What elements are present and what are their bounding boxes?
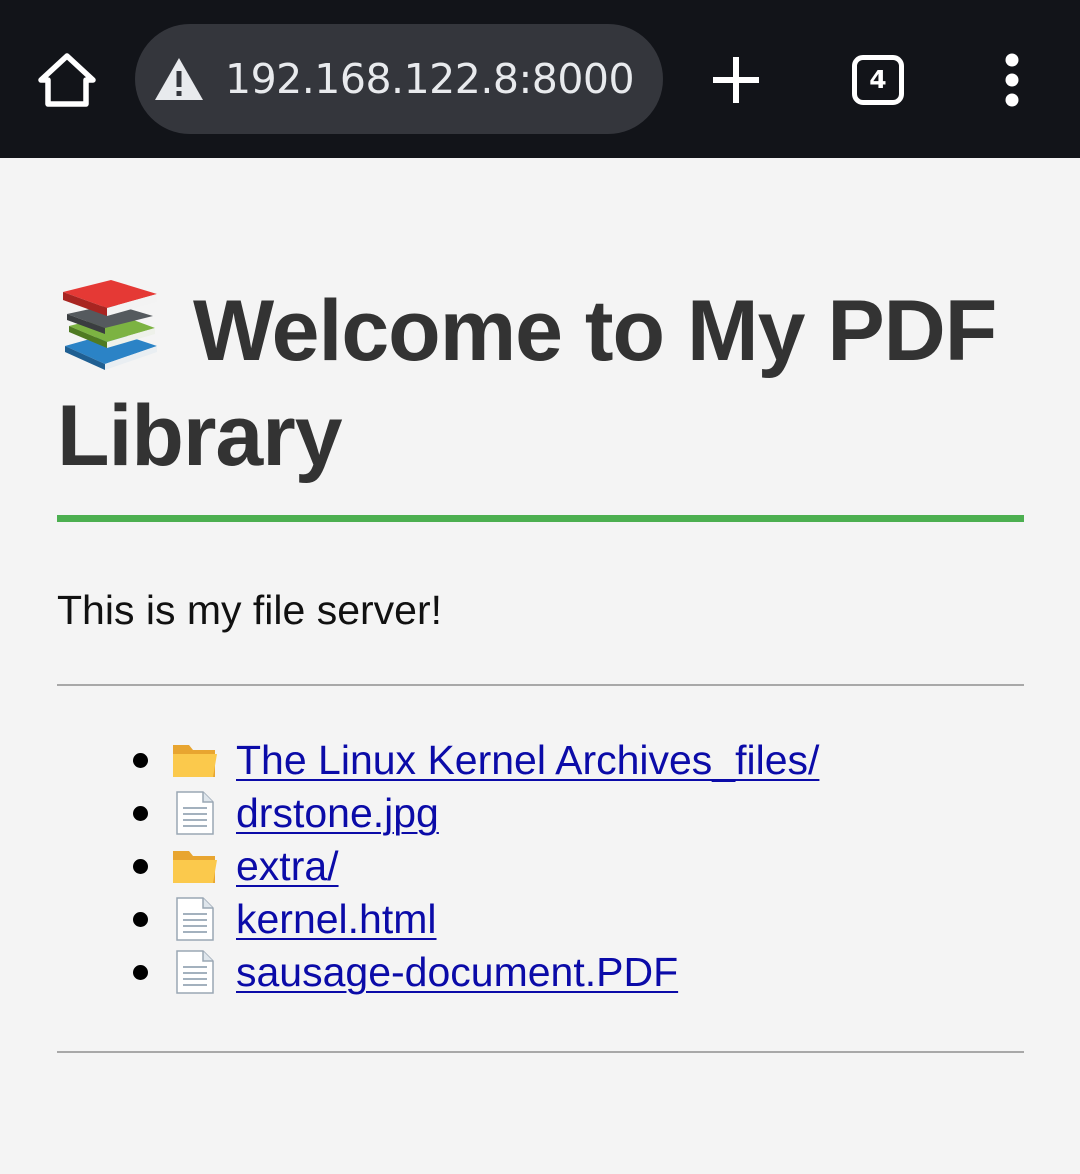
warning-icon[interactable] (153, 56, 205, 102)
url-text[interactable]: 192.168.122.8:8000 (225, 54, 635, 104)
folder-icon (171, 737, 219, 783)
list-item: The Linux Kernel Archives_files/ (133, 734, 1024, 787)
page-title: Welcome to My PDF Library (57, 276, 1024, 489)
list-item: extra/ (133, 840, 1024, 893)
document-icon (171, 949, 219, 995)
file-link[interactable]: sausage-document.PDF (236, 946, 678, 999)
document-icon (171, 896, 219, 942)
tab-switcher-icon[interactable]: 4 (852, 55, 904, 105)
list-item: drstone.jpg (133, 787, 1024, 840)
file-link[interactable]: drstone.jpg (236, 787, 439, 840)
title-underline (57, 515, 1024, 522)
intro-text: This is my file server! (57, 587, 442, 633)
home-icon[interactable] (36, 50, 98, 110)
list-item: sausage-document.PDF (133, 946, 1024, 999)
file-link[interactable]: kernel.html (236, 893, 437, 946)
bullet (133, 753, 148, 768)
books-icon (57, 276, 163, 372)
page-content: Welcome to My PDF Library This is my fil… (57, 158, 1024, 1053)
list-item: kernel.html (133, 893, 1024, 946)
divider (57, 684, 1024, 686)
folder-icon (171, 843, 219, 889)
address-bar[interactable]: 192.168.122.8:8000 (135, 24, 663, 134)
bullet (133, 859, 148, 874)
more-vert-icon[interactable] (992, 52, 1032, 108)
document-icon (171, 790, 219, 836)
bullet (133, 965, 148, 980)
browser-toolbar: 192.168.122.8:8000 4 (0, 0, 1080, 158)
bullet (133, 806, 148, 821)
page-title-text: Welcome to My PDF Library (57, 283, 997, 484)
divider (57, 1051, 1024, 1053)
tab-count: 4 (869, 65, 887, 94)
file-list: The Linux Kernel Archives_files/ drstone… (133, 734, 1024, 999)
bullet (133, 912, 148, 927)
file-link[interactable]: extra/ (236, 840, 339, 893)
file-link[interactable]: The Linux Kernel Archives_files/ (236, 734, 819, 787)
plus-icon[interactable] (708, 54, 764, 106)
